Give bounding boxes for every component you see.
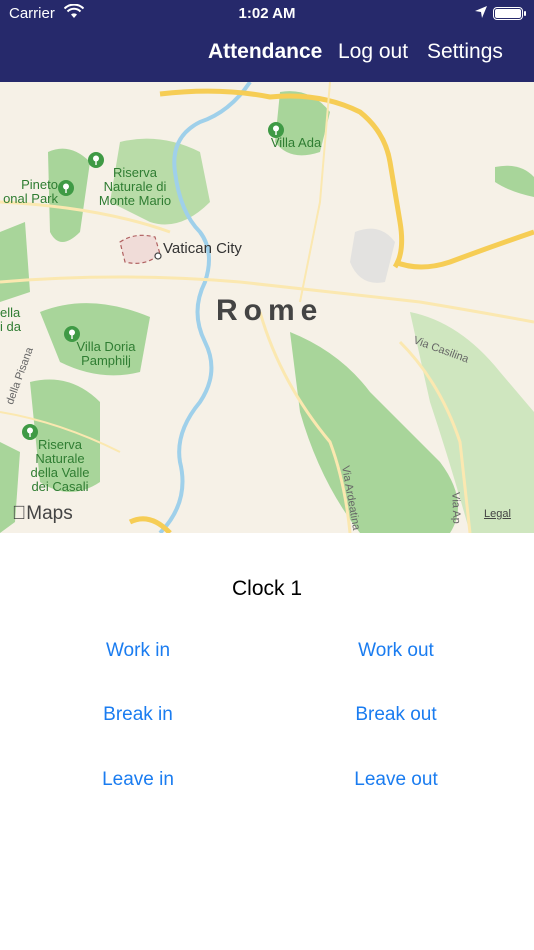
battery-icon [493,7,526,20]
park-label: Riserva Naturale della Valle dei Casali [22,424,98,494]
work-in-button[interactable]: Work in [48,640,228,662]
navigation-bar: Carrier 1:02 AM Attendance Log out Setti… [0,0,534,82]
park-label: ella i da [0,305,21,334]
apple-logo-icon:  [12,503,26,524]
break-in-button[interactable]: Break in [48,704,228,726]
clock-title: Clock 1 [231,577,303,600]
street-label: Via Ap [449,491,463,525]
clock-time: 1:02 AM [238,5,296,22]
legal-link[interactable]: Legal [484,508,511,520]
city-label: Rome [216,294,324,327]
leave-out-button[interactable]: Leave out [306,769,486,791]
park-label: Villa Ada [268,122,324,150]
nav-attendance[interactable]: Attendance [208,40,322,64]
break-out-button[interactable]: Break out [306,704,486,726]
status-bar: Carrier 1:02 AM [0,0,534,28]
leave-in-button[interactable]: Leave in [48,769,228,791]
park-label: Pineto onal Park [3,177,58,206]
logout-button[interactable]: Log out [338,40,408,64]
settings-button[interactable]: Settings [427,40,503,64]
work-out-button[interactable]: Work out [306,640,486,662]
park-label: Riserva Naturale di Monte Mario [88,152,182,208]
maps-attribution: Maps [12,503,73,524]
vatican-label: Vatican City [163,240,242,257]
location-arrow-icon [474,5,488,23]
park-label: Villa Doria Pamphilj [64,326,148,368]
map-view[interactable]: Villa Ada Riserva Naturale di Monte Mari… [0,82,534,533]
